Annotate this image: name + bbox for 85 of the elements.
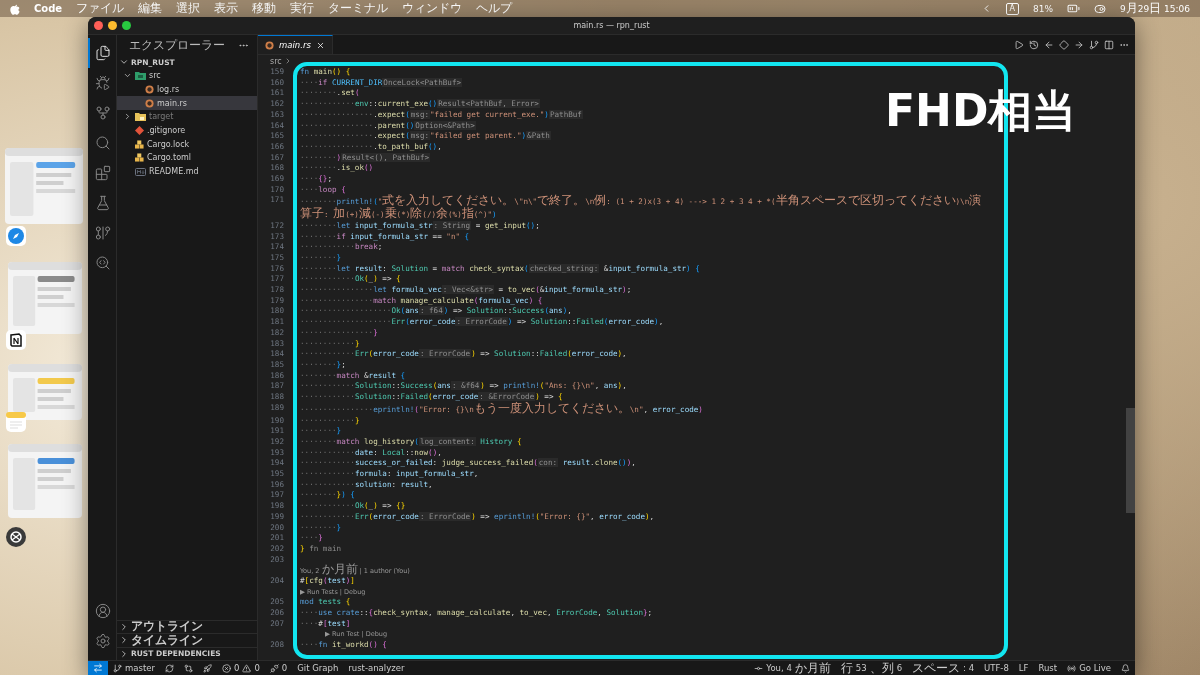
file-tree-item[interactable]: target [117, 110, 257, 124]
problems-button[interactable]: 0 0 [217, 661, 265, 675]
window-thumbnail[interactable] [8, 444, 82, 518]
settings-icon [95, 633, 111, 649]
git-blame-item[interactable]: You, 4 か月前 [749, 661, 836, 675]
arrow-left-icon[interactable] [1044, 39, 1054, 50]
close-icon[interactable] [315, 40, 325, 50]
sidebar-section-header[interactable]: アウトライン [117, 619, 257, 633]
control-center-icon[interactable] [1094, 2, 1106, 15]
boxes-icon [135, 153, 144, 163]
boxes-icon [135, 139, 144, 149]
window-thumbnail[interactable] [8, 364, 82, 420]
history-icon[interactable] [1029, 39, 1039, 50]
menu-item[interactable]: 編集 [138, 3, 163, 14]
file-tree-item[interactable]: log.rs [117, 82, 257, 97]
file-tree-item[interactable]: Cargo.toml [117, 151, 257, 165]
breadcrumb-item[interactable]: src [270, 56, 282, 66]
menu-item[interactable]: ターミナル [328, 3, 389, 14]
window-thumbnail[interactable] [5, 148, 83, 224]
extensions-icon [95, 165, 111, 181]
sidebar-section-header[interactable]: タイムライン [117, 633, 257, 647]
search-icon [95, 135, 111, 151]
battery-percentage: 81% [1033, 3, 1053, 14]
diamond-icon[interactable] [1059, 39, 1069, 50]
editor-tab[interactable]: main.rs [258, 35, 333, 54]
window-thumbnail[interactable] [8, 262, 82, 334]
status-item[interactable]: Rust [1033, 661, 1063, 675]
battery-icon[interactable] [1067, 2, 1080, 15]
status-item[interactable]: 行 53、列 6 [835, 661, 908, 675]
split-editor-icon[interactable] [1104, 39, 1114, 50]
rocket-icon [203, 663, 212, 673]
menu-item[interactable]: ウィンドウ [402, 3, 463, 14]
clock[interactable]: 9月29日 15:06 [1120, 3, 1190, 14]
status-item[interactable]: Git Graph [292, 661, 344, 675]
folder-icon [135, 112, 146, 122]
branch-icon [113, 663, 122, 673]
error-icon [222, 663, 231, 673]
play-icon[interactable] [1014, 39, 1024, 50]
folder-icon [135, 71, 146, 81]
remote-button[interactable] [88, 661, 108, 675]
status-item[interactable]: スペース: 4 [907, 661, 980, 675]
status-item[interactable]: UTF-8 [979, 661, 1014, 675]
sidebar-title: エクスプローラー [129, 39, 225, 51]
search-code-icon [95, 255, 111, 271]
diamond-icon [135, 126, 144, 136]
menu-item[interactable]: ファイル [76, 3, 125, 14]
menu-item[interactable]: 実行 [290, 3, 315, 14]
status-item[interactable]: LF [1013, 661, 1034, 675]
apple-icon[interactable] [10, 2, 20, 15]
minimize-window-button[interactable] [108, 21, 117, 30]
window-title: main.rs — rpn_rust [573, 21, 650, 30]
status-item[interactable]: rust-analyzer [343, 661, 410, 675]
file-tree-item[interactable]: .gitignore [117, 123, 257, 138]
markdown-icon [135, 167, 146, 176]
scrollbar-thumb[interactable] [1126, 408, 1135, 513]
source-control-icon [95, 105, 111, 121]
run-debug-icon [95, 75, 111, 91]
input-source-indicator[interactable]: A [1005, 2, 1019, 15]
file-tree-item[interactable]: README.md [117, 164, 257, 179]
file-tree-item[interactable]: src [117, 69, 257, 83]
file-tree-item[interactable]: Cargo.lock [117, 137, 257, 152]
broadcast-icon [1067, 663, 1077, 673]
account-icon [95, 603, 111, 619]
close-window-button[interactable] [94, 21, 103, 30]
plug-icon [269, 663, 279, 673]
warning-icon [242, 663, 252, 673]
menu-item[interactable]: 移動 [252, 3, 277, 14]
git-graph-icon [95, 225, 111, 241]
sync-icon [165, 663, 174, 673]
flask-icon [95, 195, 111, 211]
branch-icon[interactable] [1089, 39, 1099, 50]
files-icon [95, 45, 111, 61]
git-compare-icon [184, 663, 193, 673]
menu-item[interactable]: ヘルプ [476, 3, 513, 14]
branch-button[interactable]: master [108, 661, 160, 675]
cube-icon[interactable] [6, 330, 26, 350]
ports-button[interactable]: 0 [264, 661, 293, 675]
go-live-button[interactable]: Go Live [1062, 661, 1116, 675]
compass-icon[interactable] [6, 226, 26, 246]
zoom-window-button[interactable] [122, 21, 131, 30]
remote-icon [93, 663, 103, 673]
menu-item[interactable]: 選択 [176, 3, 201, 14]
file-tree-item[interactable]: main.rs [117, 96, 257, 111]
bell-icon [1121, 663, 1130, 673]
arrow-right-icon[interactable] [1074, 39, 1084, 50]
